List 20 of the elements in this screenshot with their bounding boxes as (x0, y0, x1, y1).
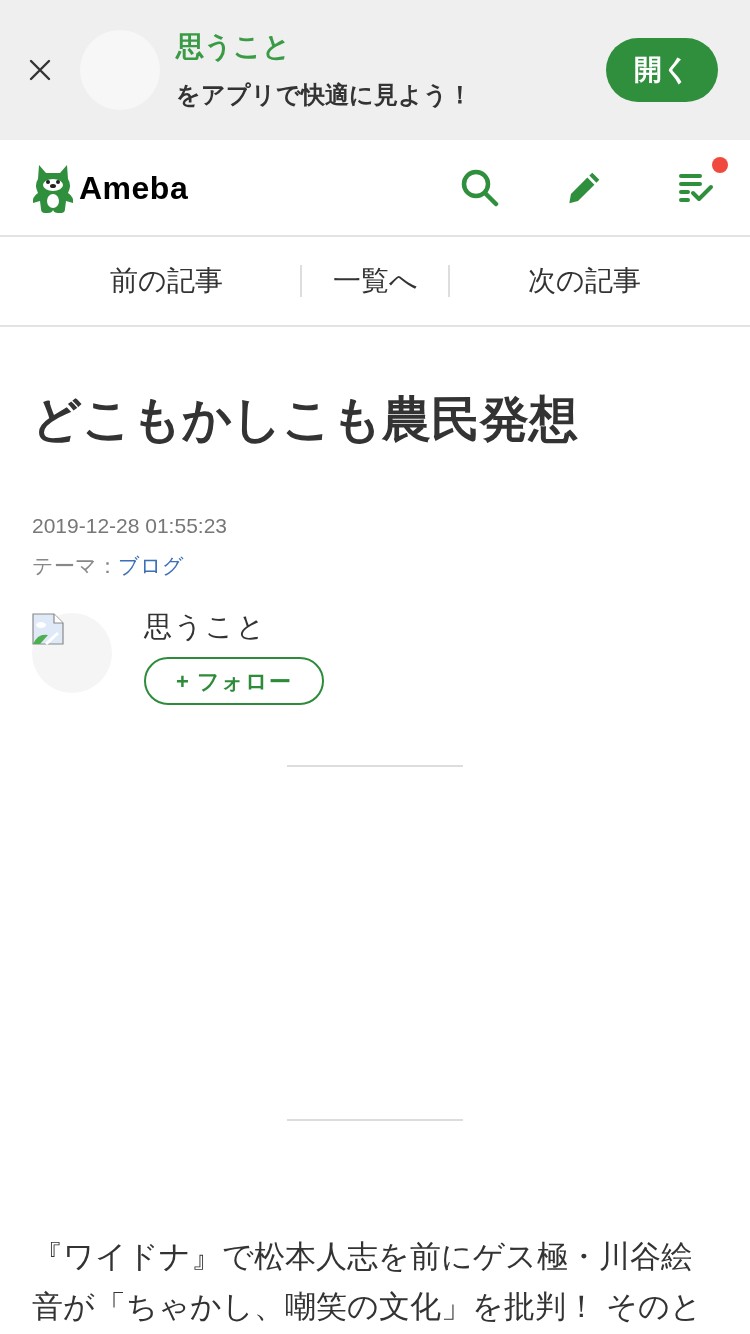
open-app-button[interactable]: 開く (606, 38, 718, 102)
article-body-text: 『ワイドナ』で松本人志を前にゲス極・川谷絵音が「ちゃかし、嘲笑の文化」を批判！ そのと (32, 1238, 703, 1326)
close-icon (29, 59, 51, 81)
author-name: 思うこと (144, 610, 268, 644)
follow-button[interactable]: + フォロー (144, 657, 324, 705)
app-promo-text: をアプリで快適に見よう！ (176, 80, 472, 110)
close-button[interactable] (28, 58, 52, 82)
search-icon (461, 168, 499, 207)
article-nav-link[interactable]: 一覧へ (302, 261, 448, 301)
broken-image-icon (32, 613, 64, 645)
post-date: 2019-12-28 01:55:23 (32, 513, 228, 539)
article-title: どこもかしこも農民発想 (32, 391, 579, 448)
article-nav-link[interactable]: 次の記事 (450, 261, 718, 301)
theme-label: テーマ： (32, 553, 118, 579)
theme-link[interactable]: ブログ (118, 551, 184, 581)
pencil-icon (568, 170, 600, 205)
article-nav-link[interactable]: 前の記事 (32, 261, 300, 301)
list-check-icon (678, 171, 714, 204)
logo-link[interactable]: Ameba (32, 162, 189, 213)
blog-name: 思うこと (176, 30, 292, 64)
